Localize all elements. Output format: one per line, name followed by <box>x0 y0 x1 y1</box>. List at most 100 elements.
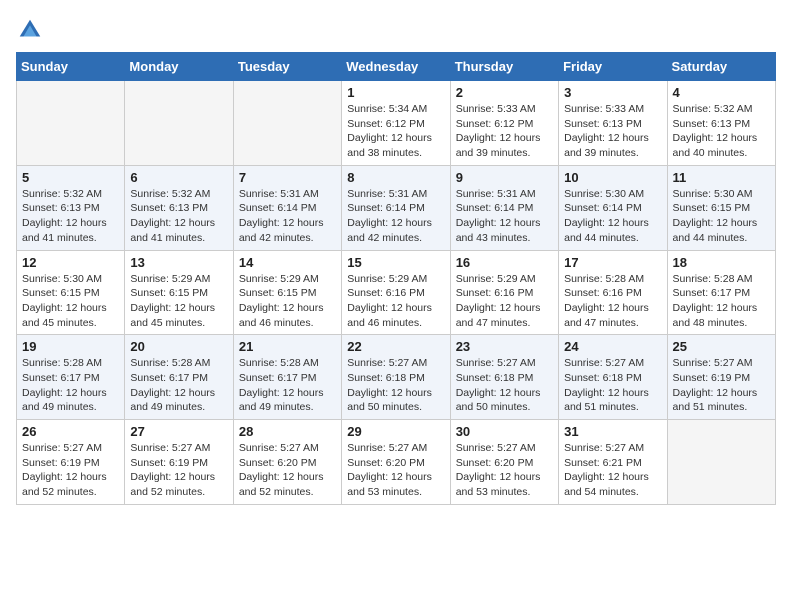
day-number: 14 <box>239 255 336 270</box>
day-number: 7 <box>239 170 336 185</box>
day-cell: 23 Sunrise: 5:27 AMSunset: 6:18 PMDayligh… <box>450 335 558 420</box>
day-number: 16 <box>456 255 553 270</box>
day-number: 3 <box>564 85 661 100</box>
day-number: 28 <box>239 424 336 439</box>
calendar-week-row: 26 Sunrise: 5:27 AMSunset: 6:19 PMDayligh… <box>17 420 776 505</box>
day-info: Sunrise: 5:28 AMSunset: 6:17 PMDaylight:… <box>22 356 119 415</box>
day-info: Sunrise: 5:32 AMSunset: 6:13 PMDaylight:… <box>130 187 227 246</box>
day-number: 1 <box>347 85 444 100</box>
day-number: 21 <box>239 339 336 354</box>
day-info: Sunrise: 5:28 AMSunset: 6:17 PMDaylight:… <box>239 356 336 415</box>
day-info: Sunrise: 5:28 AMSunset: 6:17 PMDaylight:… <box>130 356 227 415</box>
day-number: 29 <box>347 424 444 439</box>
empty-cell <box>125 81 233 166</box>
day-cell: 8 Sunrise: 5:31 AMSunset: 6:14 PMDaylight… <box>342 165 450 250</box>
day-info: Sunrise: 5:30 AMSunset: 6:15 PMDaylight:… <box>673 187 770 246</box>
day-number: 12 <box>22 255 119 270</box>
empty-cell <box>667 420 775 505</box>
day-number: 30 <box>456 424 553 439</box>
day-cell: 14 Sunrise: 5:29 AMSunset: 6:15 PMDayligh… <box>233 250 341 335</box>
day-info: Sunrise: 5:34 AMSunset: 6:12 PMDaylight:… <box>347 102 444 161</box>
day-number: 22 <box>347 339 444 354</box>
day-number: 19 <box>22 339 119 354</box>
day-number: 24 <box>564 339 661 354</box>
day-number: 10 <box>564 170 661 185</box>
day-number: 6 <box>130 170 227 185</box>
day-info: Sunrise: 5:29 AMSunset: 6:15 PMDaylight:… <box>130 272 227 331</box>
day-info: Sunrise: 5:27 AMSunset: 6:18 PMDaylight:… <box>347 356 444 415</box>
day-cell: 15 Sunrise: 5:29 AMSunset: 6:16 PMDayligh… <box>342 250 450 335</box>
day-info: Sunrise: 5:31 AMSunset: 6:14 PMDaylight:… <box>456 187 553 246</box>
calendar-week-row: 1 Sunrise: 5:34 AMSunset: 6:12 PMDaylight… <box>17 81 776 166</box>
day-cell: 5 Sunrise: 5:32 AMSunset: 6:13 PMDaylight… <box>17 165 125 250</box>
day-number: 23 <box>456 339 553 354</box>
day-number: 15 <box>347 255 444 270</box>
day-cell: 11 Sunrise: 5:30 AMSunset: 6:15 PMDayligh… <box>667 165 775 250</box>
day-number: 31 <box>564 424 661 439</box>
calendar-week-row: 19 Sunrise: 5:28 AMSunset: 6:17 PMDayligh… <box>17 335 776 420</box>
day-cell: 25 Sunrise: 5:27 AMSunset: 6:19 PMDayligh… <box>667 335 775 420</box>
day-cell: 1 Sunrise: 5:34 AMSunset: 6:12 PMDaylight… <box>342 81 450 166</box>
day-number: 9 <box>456 170 553 185</box>
day-cell: 16 Sunrise: 5:29 AMSunset: 6:16 PMDayligh… <box>450 250 558 335</box>
day-info: Sunrise: 5:27 AMSunset: 6:20 PMDaylight:… <box>347 441 444 500</box>
day-cell: 18Sunrise: 5:28 AMSunset: 6:17 PMDayligh… <box>667 250 775 335</box>
day-cell: 13 Sunrise: 5:29 AMSunset: 6:15 PMDayligh… <box>125 250 233 335</box>
header-saturday: Saturday <box>667 53 775 81</box>
day-cell: 12 Sunrise: 5:30 AMSunset: 6:15 PMDayligh… <box>17 250 125 335</box>
day-number: 8 <box>347 170 444 185</box>
day-cell: 31Sunrise: 5:27 AMSunset: 6:21 PMDayligh… <box>559 420 667 505</box>
day-number: 26 <box>22 424 119 439</box>
day-cell: 29 Sunrise: 5:27 AMSunset: 6:20 PMDayligh… <box>342 420 450 505</box>
day-cell: 3Sunrise: 5:33 AMSunset: 6:13 PMDaylight… <box>559 81 667 166</box>
day-info: Sunrise: 5:32 AMSunset: 6:13 PMDaylight:… <box>22 187 119 246</box>
day-cell: 21 Sunrise: 5:28 AMSunset: 6:17 PMDayligh… <box>233 335 341 420</box>
day-info: Sunrise: 5:29 AMSunset: 6:15 PMDaylight:… <box>239 272 336 331</box>
header-friday: Friday <box>559 53 667 81</box>
day-cell: 10 Sunrise: 5:30 AMSunset: 6:14 PMDayligh… <box>559 165 667 250</box>
header-thursday: Thursday <box>450 53 558 81</box>
day-info: Sunrise: 5:27 AMSunset: 6:19 PMDaylight:… <box>22 441 119 500</box>
day-info: Sunrise: 5:28 AMSunset: 6:16 PMDaylight:… <box>564 272 661 331</box>
day-cell: 4Sunrise: 5:32 AMSunset: 6:13 PMDaylight… <box>667 81 775 166</box>
day-info: Sunrise: 5:31 AMSunset: 6:14 PMDaylight:… <box>347 187 444 246</box>
day-info: Sunrise: 5:30 AMSunset: 6:14 PMDaylight:… <box>564 187 661 246</box>
day-number: 18 <box>673 255 770 270</box>
day-cell: 30 Sunrise: 5:27 AMSunset: 6:20 PMDayligh… <box>450 420 558 505</box>
day-info: Sunrise: 5:27 AMSunset: 6:20 PMDaylight:… <box>456 441 553 500</box>
logo-icon <box>16 16 44 44</box>
day-info: Sunrise: 5:27 AMSunset: 6:18 PMDaylight:… <box>456 356 553 415</box>
day-cell: 22 Sunrise: 5:27 AMSunset: 6:18 PMDayligh… <box>342 335 450 420</box>
day-info: Sunrise: 5:30 AMSunset: 6:15 PMDaylight:… <box>22 272 119 331</box>
day-info: Sunrise: 5:27 AMSunset: 6:19 PMDaylight:… <box>130 441 227 500</box>
header-monday: Monday <box>125 53 233 81</box>
day-number: 25 <box>673 339 770 354</box>
day-cell: 6 Sunrise: 5:32 AMSunset: 6:13 PMDaylight… <box>125 165 233 250</box>
day-info: Sunrise: 5:27 AMSunset: 6:20 PMDaylight:… <box>239 441 336 500</box>
day-number: 4 <box>673 85 770 100</box>
day-number: 13 <box>130 255 227 270</box>
day-number: 20 <box>130 339 227 354</box>
header-tuesday: Tuesday <box>233 53 341 81</box>
empty-cell <box>233 81 341 166</box>
day-cell: 9 Sunrise: 5:31 AMSunset: 6:14 PMDaylight… <box>450 165 558 250</box>
calendar-week-row: 5 Sunrise: 5:32 AMSunset: 6:13 PMDaylight… <box>17 165 776 250</box>
day-info: Sunrise: 5:31 AMSunset: 6:14 PMDaylight:… <box>239 187 336 246</box>
day-info: Sunrise: 5:29 AMSunset: 6:16 PMDaylight:… <box>456 272 553 331</box>
header <box>16 16 776 44</box>
day-number: 2 <box>456 85 553 100</box>
day-cell: 17Sunrise: 5:28 AMSunset: 6:16 PMDayligh… <box>559 250 667 335</box>
day-info: Sunrise: 5:27 AMSunset: 6:19 PMDaylight:… <box>673 356 770 415</box>
day-number: 11 <box>673 170 770 185</box>
calendar-table: SundayMondayTuesdayWednesdayThursdayFrid… <box>16 52 776 505</box>
logo <box>16 16 48 44</box>
day-info: Sunrise: 5:29 AMSunset: 6:16 PMDaylight:… <box>347 272 444 331</box>
day-number: 5 <box>22 170 119 185</box>
day-cell: 26 Sunrise: 5:27 AMSunset: 6:19 PMDayligh… <box>17 420 125 505</box>
day-info: Sunrise: 5:27 AMSunset: 6:18 PMDaylight:… <box>564 356 661 415</box>
day-cell: 24 Sunrise: 5:27 AMSunset: 6:18 PMDayligh… <box>559 335 667 420</box>
day-info: Sunrise: 5:33 AMSunset: 6:12 PMDaylight:… <box>456 102 553 161</box>
day-cell: 27Sunrise: 5:27 AMSunset: 6:19 PMDayligh… <box>125 420 233 505</box>
header-wednesday: Wednesday <box>342 53 450 81</box>
day-cell: 28 Sunrise: 5:27 AMSunset: 6:20 PMDayligh… <box>233 420 341 505</box>
